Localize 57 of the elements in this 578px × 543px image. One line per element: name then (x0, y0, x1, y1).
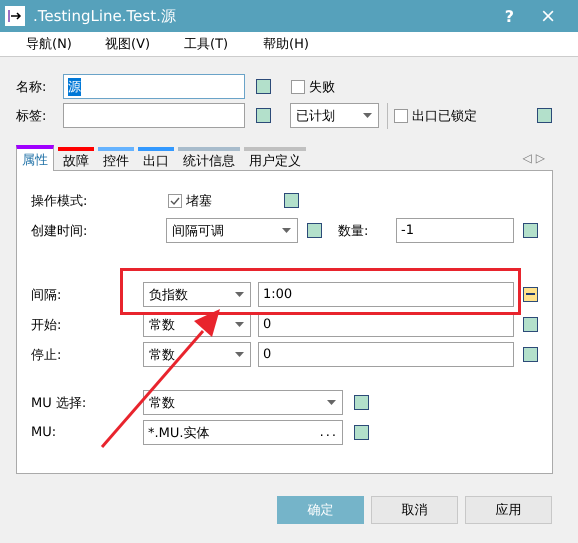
scroll-left-button[interactable]: ◁ (522, 150, 532, 164)
caret-icon (363, 113, 372, 118)
field-label: 创建时间: (31, 222, 88, 240)
status-indicator[interactable] (537, 108, 552, 123)
tag-field[interactable] (63, 103, 245, 128)
field-label: 名称: (16, 78, 48, 96)
status-indicator[interactable] (354, 395, 369, 410)
checkbox-label: 出口已锁定 (412, 108, 477, 124)
status-indicator[interactable] (523, 223, 538, 238)
dialog-button[interactable]: 应用 (465, 496, 552, 524)
field-label: MU 选择: (31, 394, 88, 412)
tab[interactable]: 属性 (16, 145, 54, 171)
field-label: 数量: (338, 222, 370, 240)
status-dropdown[interactable]: 已计划 (290, 103, 379, 128)
menu-item[interactable]: 视图(V) (101, 35, 161, 53)
status-indicator[interactable] (523, 317, 538, 332)
checkbox-label: 堵塞 (186, 192, 212, 210)
status-indicator[interactable] (307, 223, 322, 238)
input-field[interactable]: 1:00 (258, 282, 514, 307)
name-field[interactable]: 源 (63, 74, 245, 99)
menu-item[interactable]: 导航(N) (22, 35, 82, 53)
status-indicator[interactable] (256, 79, 271, 94)
status-indicator[interactable] (523, 287, 538, 302)
field-value: *.MU.实体 (148, 424, 210, 442)
field-label: 开始: (31, 316, 62, 334)
field-label: 停止: (31, 346, 62, 364)
dropdown[interactable]: 间隔可调 (166, 218, 298, 243)
status-indicator[interactable] (354, 425, 369, 440)
scroll-right-button[interactable]: ▷ (536, 150, 545, 164)
dropdown[interactable]: 常数 (143, 342, 251, 367)
field-label: MU: (31, 425, 58, 440)
field-label: 间隔: (31, 286, 62, 304)
field-label: 标签: (16, 108, 48, 124)
dialog-button[interactable]: 取消 (371, 496, 458, 524)
caret-icon (327, 400, 336, 405)
status-indicator[interactable] (256, 108, 271, 123)
menu-item[interactable]: 帮助(H) (259, 35, 319, 53)
dropdown[interactable]: 常数 (143, 390, 343, 415)
checkbox[interactable] (291, 80, 305, 94)
menu-item[interactable]: 工具(T) (180, 35, 240, 53)
input-field[interactable]: 0 (258, 342, 514, 367)
caret-icon (235, 352, 244, 357)
browse-field[interactable]: *.MU.实体 ... (143, 420, 343, 445)
checkbox[interactable] (394, 108, 408, 122)
window-title: .TestingLine.Test.源 (33, 6, 177, 26)
caret-icon (282, 228, 291, 233)
count-field[interactable]: -1 (396, 218, 514, 243)
status-indicator[interactable] (284, 193, 299, 208)
caret-icon (235, 322, 244, 327)
checkbox[interactable] (168, 194, 182, 208)
checkbox-label: 失败 (309, 78, 335, 96)
field-label: 操作模式: (31, 192, 88, 210)
dropdown[interactable]: 负指数 (143, 282, 251, 307)
caret-icon (235, 292, 244, 297)
browse-button[interactable]: ... (320, 425, 338, 440)
app-icon (5, 6, 25, 26)
status-indicator[interactable] (523, 347, 538, 362)
